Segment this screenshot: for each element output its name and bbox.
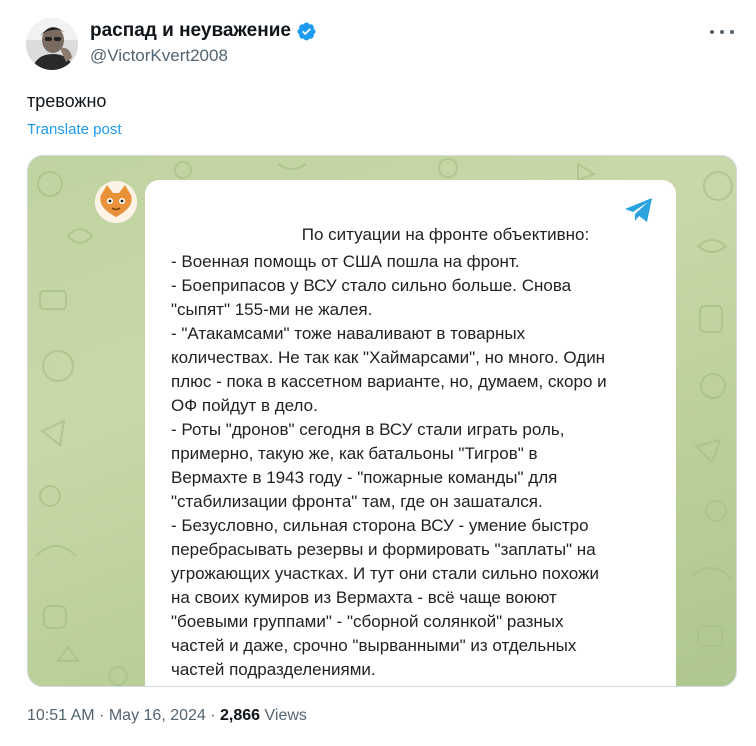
message-body: - Военная помощь от США пошла на фронт. … xyxy=(171,250,661,682)
telegram-message-bubble: По ситуации на фронте объективно: - Воен… xyxy=(145,180,676,686)
message-line: перебрасывать резервы и формировать "зап… xyxy=(171,540,596,559)
message-line: Вермахте в 1943 году - "пожарные команды… xyxy=(171,468,558,487)
message-line: - Безусловно, сильная сторона ВСУ - умен… xyxy=(171,516,589,535)
message-line: частей подразделениями. xyxy=(171,660,376,679)
meta-separator: · xyxy=(210,707,216,724)
author-name-row[interactable]: распад и неуважение xyxy=(90,20,317,42)
tweet-media-image[interactable]: По ситуации на фронте объективно: - Воен… xyxy=(27,155,737,687)
tweet-date[interactable]: May 16, 2024 xyxy=(109,707,206,724)
message-line: "боевыми группами" - "сборной солянкой" … xyxy=(171,612,564,631)
channel-avatar xyxy=(95,181,137,223)
message-line: - Военная помощь от США пошла на фронт. xyxy=(171,252,520,271)
tweet-metadata: 10:51 AM · May 16, 2024 · 2,866 Views xyxy=(27,707,307,725)
message-line: частей и даже, срочно "вырванными" из от… xyxy=(171,636,577,655)
translate-post-link[interactable]: Translate post xyxy=(27,121,122,138)
author-avatar[interactable] xyxy=(26,18,78,70)
message-line: - Боеприпасов у ВСУ стало сильно больше.… xyxy=(171,276,572,295)
message-line: угрожающих участках. И тут они стали сил… xyxy=(171,564,599,583)
message-line: плюс - пока в кассетном варианте, но, ду… xyxy=(171,372,607,391)
message-line: - Роты "дронов" сегодня в ВСУ стали игра… xyxy=(171,420,565,439)
message-line: "стабилизации фронта" там, где он зашата… xyxy=(171,492,543,511)
message-line: примерно, такую же, как батальоны "Тигро… xyxy=(171,444,538,463)
message-line: на своих кумиров из Вермахта - всё чаще … xyxy=(171,588,557,607)
more-options-icon[interactable] xyxy=(710,22,734,42)
author-handle[interactable]: @VictorKvert2008 xyxy=(90,46,228,66)
meta-separator: · xyxy=(99,707,105,724)
views-count: 2,866 xyxy=(220,707,261,724)
message-line: "сыпят" 155-ми не жалея. xyxy=(171,300,373,319)
tweet-text: тревожно xyxy=(27,91,107,111)
telegram-logo-icon xyxy=(624,196,654,224)
views-label: Views xyxy=(264,707,307,724)
message-line: - "Атакамсами" тоже наваливают в товарны… xyxy=(171,324,526,343)
author-display-name[interactable]: распад и неуважение xyxy=(90,20,291,42)
verified-badge-icon[interactable] xyxy=(296,21,317,42)
message-line: ОФ пойдут в дело. xyxy=(171,396,318,415)
tweet-time[interactable]: 10:51 AM xyxy=(27,707,95,724)
message-title: По ситуации на фронте объективно: xyxy=(301,225,590,244)
message-line: количествах. Не так как "Хаймарсами", но… xyxy=(171,348,606,367)
